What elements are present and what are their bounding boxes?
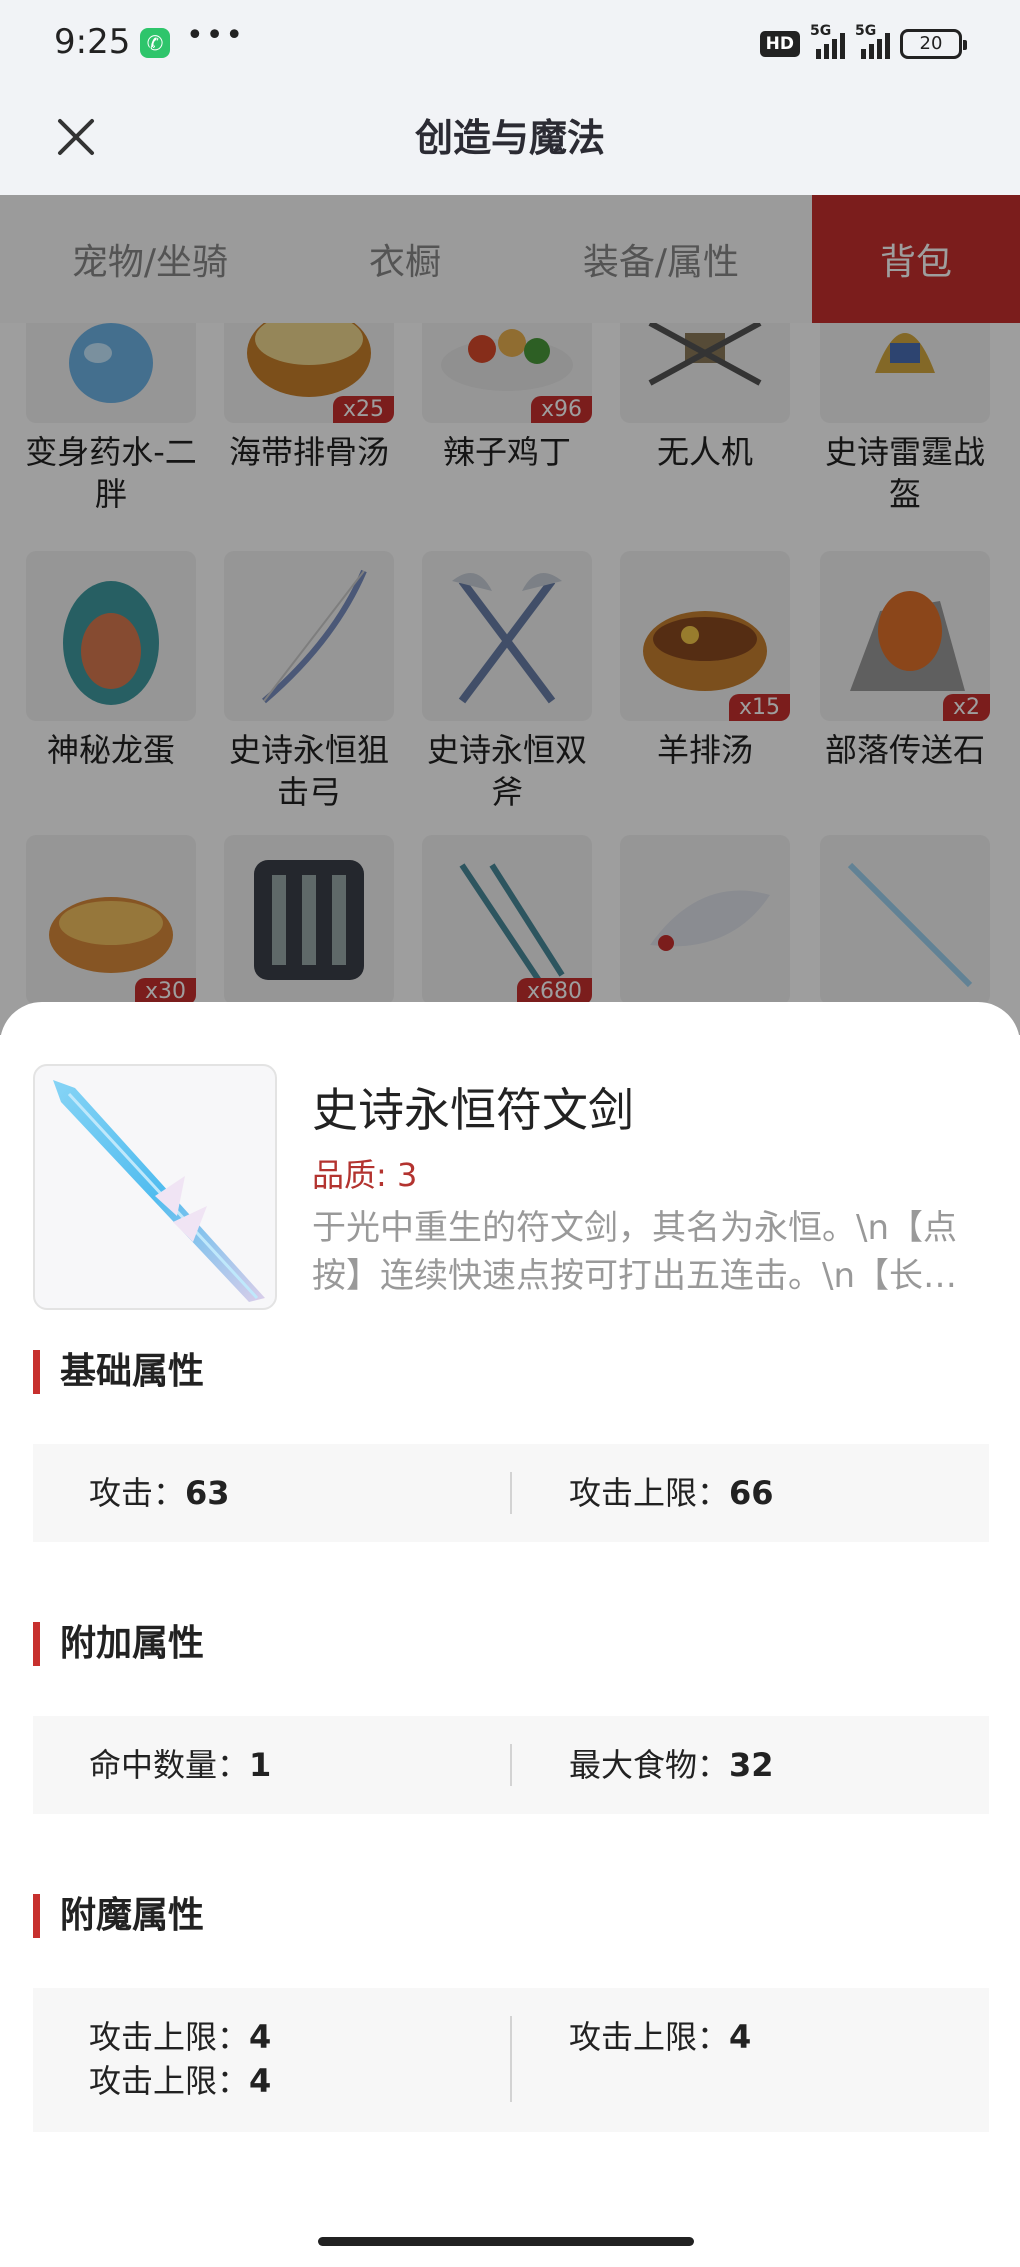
enchant-attributes-box: 攻击上限：4 攻击上限：4 攻击上限：4 xyxy=(33,1988,989,2132)
attr-divider xyxy=(510,2016,512,2102)
section-title-extra: 附加属性 xyxy=(33,1622,204,1666)
basic-attributes-box: 攻击：63 攻击上限：66 xyxy=(33,1444,989,1542)
modal-backdrop[interactable] xyxy=(0,195,1020,1035)
status-right-group: HD 5G 5G 20 xyxy=(759,23,967,64)
battery-icon: 20 xyxy=(900,29,967,59)
more-dots-icon: ••• xyxy=(186,18,246,53)
home-indicator[interactable] xyxy=(318,2237,694,2246)
item-detail-sheet: 史诗永恒符文剑 品质: 3 于光中重生的符文剑，其名为永恒。\n【点按】连续快速… xyxy=(0,1002,1020,2267)
attr-divider xyxy=(510,1472,512,1514)
status-bar: 9:25 ✆ ••• HD 5G 5G 20 xyxy=(0,0,1020,85)
status-time: 9:25 xyxy=(54,22,131,62)
attr-attack-cap: 攻击上限：66 xyxy=(569,1474,774,1512)
extra-attributes-box: 命中数量：1 最大食物：32 xyxy=(33,1716,989,1814)
attr-enchant-attack-cap: 攻击上限：4 xyxy=(569,2018,752,2056)
item-detail-description: 于光中重生的符文剑，其名为永恒。\n【点按】连续快速点按可打出五连击。\n【长… xyxy=(312,1208,958,1296)
attr-hit-count: 命中数量：1 xyxy=(89,1746,272,1784)
attr-enchant-attack-cap: 攻击上限：4 xyxy=(89,2062,272,2100)
attr-enchant-attack-cap: 攻击上限：4 xyxy=(89,2018,272,2056)
signal-5g-icon: 5G xyxy=(855,23,890,59)
signal-5g-icon: 5G xyxy=(810,23,845,59)
item-detail-image xyxy=(33,1064,277,1310)
item-detail-name: 史诗永恒符文剑 xyxy=(312,1083,634,1137)
attr-max-food: 最大食物：32 xyxy=(569,1746,774,1784)
app-header: 创造与魔法 xyxy=(0,85,1020,195)
section-title-basic: 基础属性 xyxy=(33,1350,204,1394)
item-detail-quality: 品质: 3 xyxy=(312,1156,418,1194)
page-title: 创造与魔法 xyxy=(414,116,605,160)
phone-call-icon: ✆ xyxy=(140,28,170,58)
attr-attack: 攻击：63 xyxy=(89,1474,230,1512)
hd-badge-icon: HD xyxy=(759,31,800,57)
section-title-enchant: 附魔属性 xyxy=(33,1894,204,1938)
attr-divider xyxy=(510,1744,512,1786)
